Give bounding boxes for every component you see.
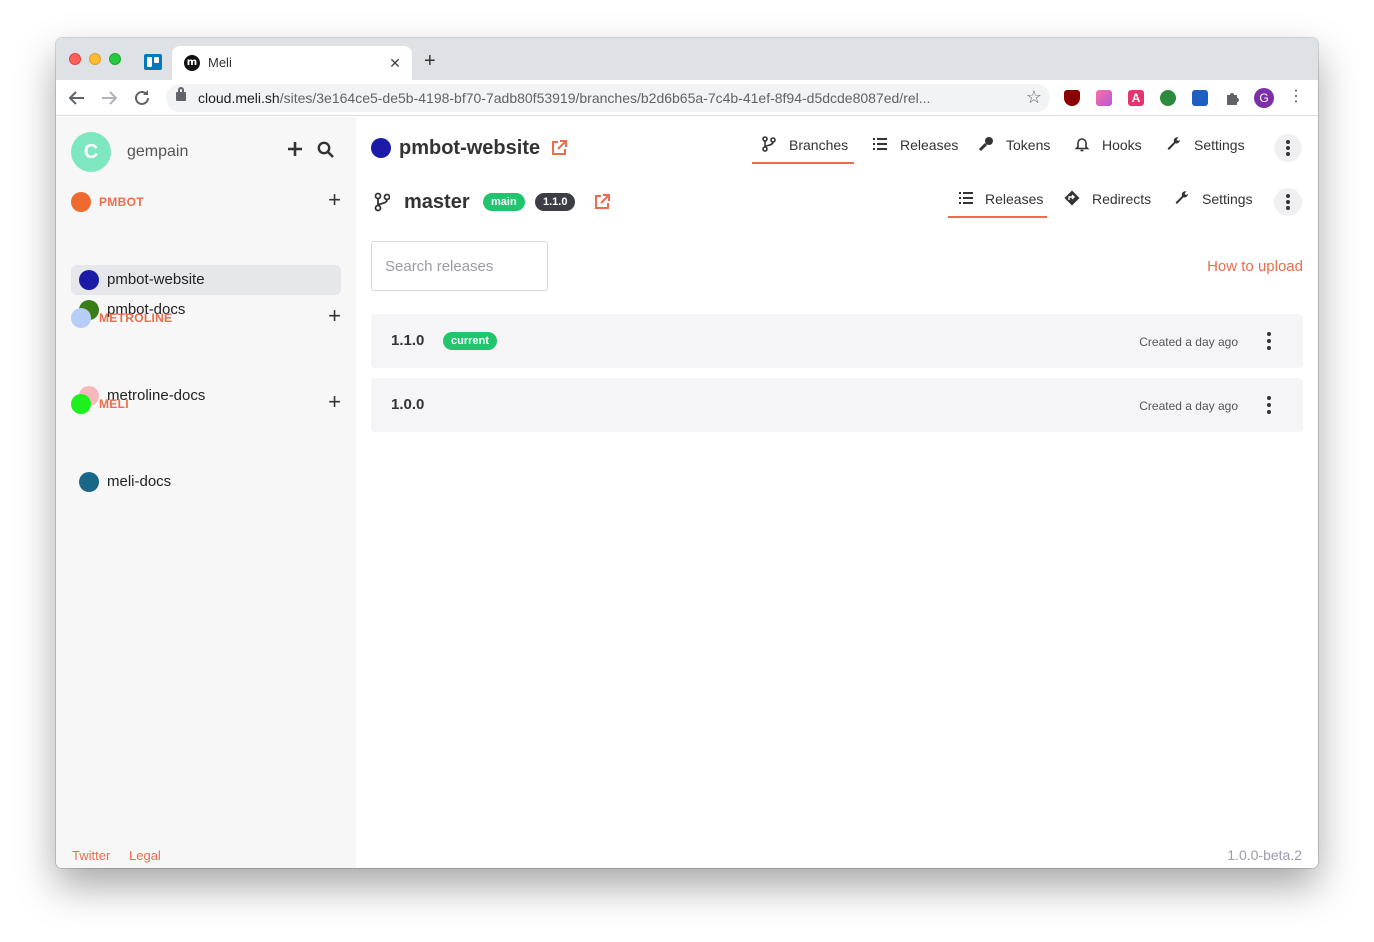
tab-title: Meli — [208, 55, 232, 70]
maximize-window-button[interactable] — [109, 53, 121, 65]
close-window-button[interactable] — [69, 53, 81, 65]
team-label: PMBOT — [99, 195, 144, 209]
ublock-extension-icon[interactable] — [1064, 90, 1080, 106]
release-menu-icon[interactable] — [1267, 396, 1271, 414]
team-meli[interactable]: MELI + — [71, 391, 341, 415]
add-icon[interactable] — [287, 141, 303, 162]
release-row[interactable]: 1.0.0 Created a day ago — [371, 378, 1303, 432]
forward-button[interactable] — [98, 87, 120, 109]
legal-link[interactable]: Legal — [129, 848, 161, 863]
list-icon — [958, 190, 974, 206]
how-to-upload-link[interactable]: How to upload — [1207, 258, 1303, 275]
redirect-icon — [1064, 190, 1080, 206]
team-pmbot[interactable]: PMBOT + — [71, 189, 341, 213]
pinned-tab-trello[interactable] — [144, 54, 162, 70]
tab-label: Settings — [1194, 137, 1245, 153]
reload-button[interactable] — [131, 87, 153, 109]
browser-window: m Meli ✕ + cloud.meli.sh/sites/3e164ce5-… — [56, 38, 1318, 868]
tab-strip: m Meli ✕ + — [56, 38, 1318, 80]
tab-branches[interactable]: Branches — [752, 134, 854, 164]
url-text: cloud.meli.sh/sites/3e164ce5-de5b-4198-b… — [198, 90, 931, 106]
add-site-icon[interactable]: + — [328, 391, 341, 413]
site-more-menu[interactable] — [1274, 134, 1302, 162]
lock-icon — [176, 87, 186, 101]
wrench-icon — [1166, 136, 1182, 152]
site-color-dot — [79, 472, 99, 492]
current-badge: current — [443, 332, 497, 350]
team-label: MELI — [99, 397, 129, 411]
acrobat-extension-icon[interactable]: A — [1128, 90, 1144, 106]
bookmark-star-icon[interactable]: ☆ — [1026, 87, 1042, 108]
new-tab-button[interactable]: + — [424, 51, 436, 71]
address-bar[interactable]: cloud.meli.sh/sites/3e164ce5-de5b-4198-b… — [166, 84, 1050, 112]
tab-label: Releases — [900, 137, 959, 153]
puzzle-extensions-icon[interactable] — [1224, 90, 1240, 106]
twitter-link[interactable]: Twitter — [72, 848, 110, 863]
add-site-icon[interactable]: + — [328, 189, 341, 211]
wrench-icon — [1174, 190, 1190, 206]
browser-menu-icon[interactable]: ⋮ — [1288, 89, 1304, 105]
minimize-window-button[interactable] — [89, 53, 101, 65]
release-menu-icon[interactable] — [1267, 332, 1271, 350]
current-release-badge: 1.1.0 — [535, 193, 576, 211]
branch-more-menu[interactable] — [1274, 188, 1302, 216]
release-version: 1.0.0 — [391, 396, 425, 413]
search-icon[interactable] — [317, 141, 335, 164]
tab-label: Settings — [1202, 191, 1253, 207]
external-link-icon[interactable] — [594, 194, 610, 210]
site-title: pmbot-website — [399, 137, 541, 159]
sidebar-item-meli-docs[interactable]: meli-docs — [71, 467, 341, 497]
main-content: pmbot-website Branches Releases Tokens H… — [356, 117, 1318, 868]
tab-label: Releases — [985, 191, 1044, 207]
main-branch-badge: main — [483, 193, 525, 211]
bell-icon — [1074, 136, 1090, 152]
tab-label: Tokens — [1006, 137, 1051, 153]
back-button[interactable] — [66, 87, 88, 109]
branch-icon — [762, 136, 778, 152]
meli-favicon-icon: m — [184, 55, 200, 71]
org-name[interactable]: gempain — [127, 143, 188, 161]
green-extension-icon[interactable] — [1160, 90, 1176, 106]
key-icon — [978, 136, 994, 152]
meli-app: C gempain PMBOT + pmbot-website pmbot-do… — [56, 117, 1318, 868]
team-color-dot — [71, 308, 91, 328]
save-extension-icon[interactable] — [1192, 90, 1208, 106]
tab-label: Branches — [789, 137, 849, 153]
site-color-dot — [79, 270, 99, 290]
team-color-dot — [71, 394, 91, 414]
branch-name: master — [404, 191, 470, 213]
profile-avatar[interactable]: G — [1254, 88, 1274, 108]
release-created: Created a day ago — [1139, 399, 1238, 413]
gradient-extension-icon[interactable] — [1096, 90, 1112, 106]
team-color-dot — [71, 192, 91, 212]
app-version: 1.0.0-beta.2 — [1227, 847, 1302, 863]
browser-toolbar: cloud.meli.sh/sites/3e164ce5-de5b-4198-b… — [56, 80, 1318, 116]
release-version: 1.1.0 — [391, 332, 425, 349]
sidebar: C gempain PMBOT + pmbot-website pmbot-do… — [56, 117, 356, 868]
external-link-icon[interactable] — [551, 140, 567, 156]
sidebar-item-label: pmbot-website — [107, 271, 205, 288]
search-input[interactable] — [372, 242, 547, 290]
tab-label: Hooks — [1102, 137, 1142, 153]
release-created: Created a day ago — [1139, 335, 1238, 349]
list-icon — [872, 136, 888, 152]
tab-label: Redirects — [1092, 191, 1152, 207]
tab-close-icon[interactable]: ✕ — [386, 54, 404, 72]
sidebar-item-pmbot-website[interactable]: pmbot-website — [71, 265, 341, 295]
org-avatar[interactable]: C — [71, 132, 111, 172]
site-color-dot — [371, 138, 391, 158]
team-metroline[interactable]: METROLINE + — [71, 305, 341, 329]
team-label: METROLINE — [99, 311, 173, 325]
browser-tab-active[interactable]: m Meli ✕ — [172, 46, 412, 80]
search-releases-field[interactable] — [371, 241, 548, 291]
sidebar-item-label: meli-docs — [107, 473, 172, 490]
branch-icon — [374, 192, 391, 212]
add-site-icon[interactable]: + — [328, 305, 341, 327]
branch-tab-releases[interactable]: Releases — [948, 188, 1047, 218]
release-row[interactable]: 1.1.0 current Created a day ago — [371, 314, 1303, 368]
